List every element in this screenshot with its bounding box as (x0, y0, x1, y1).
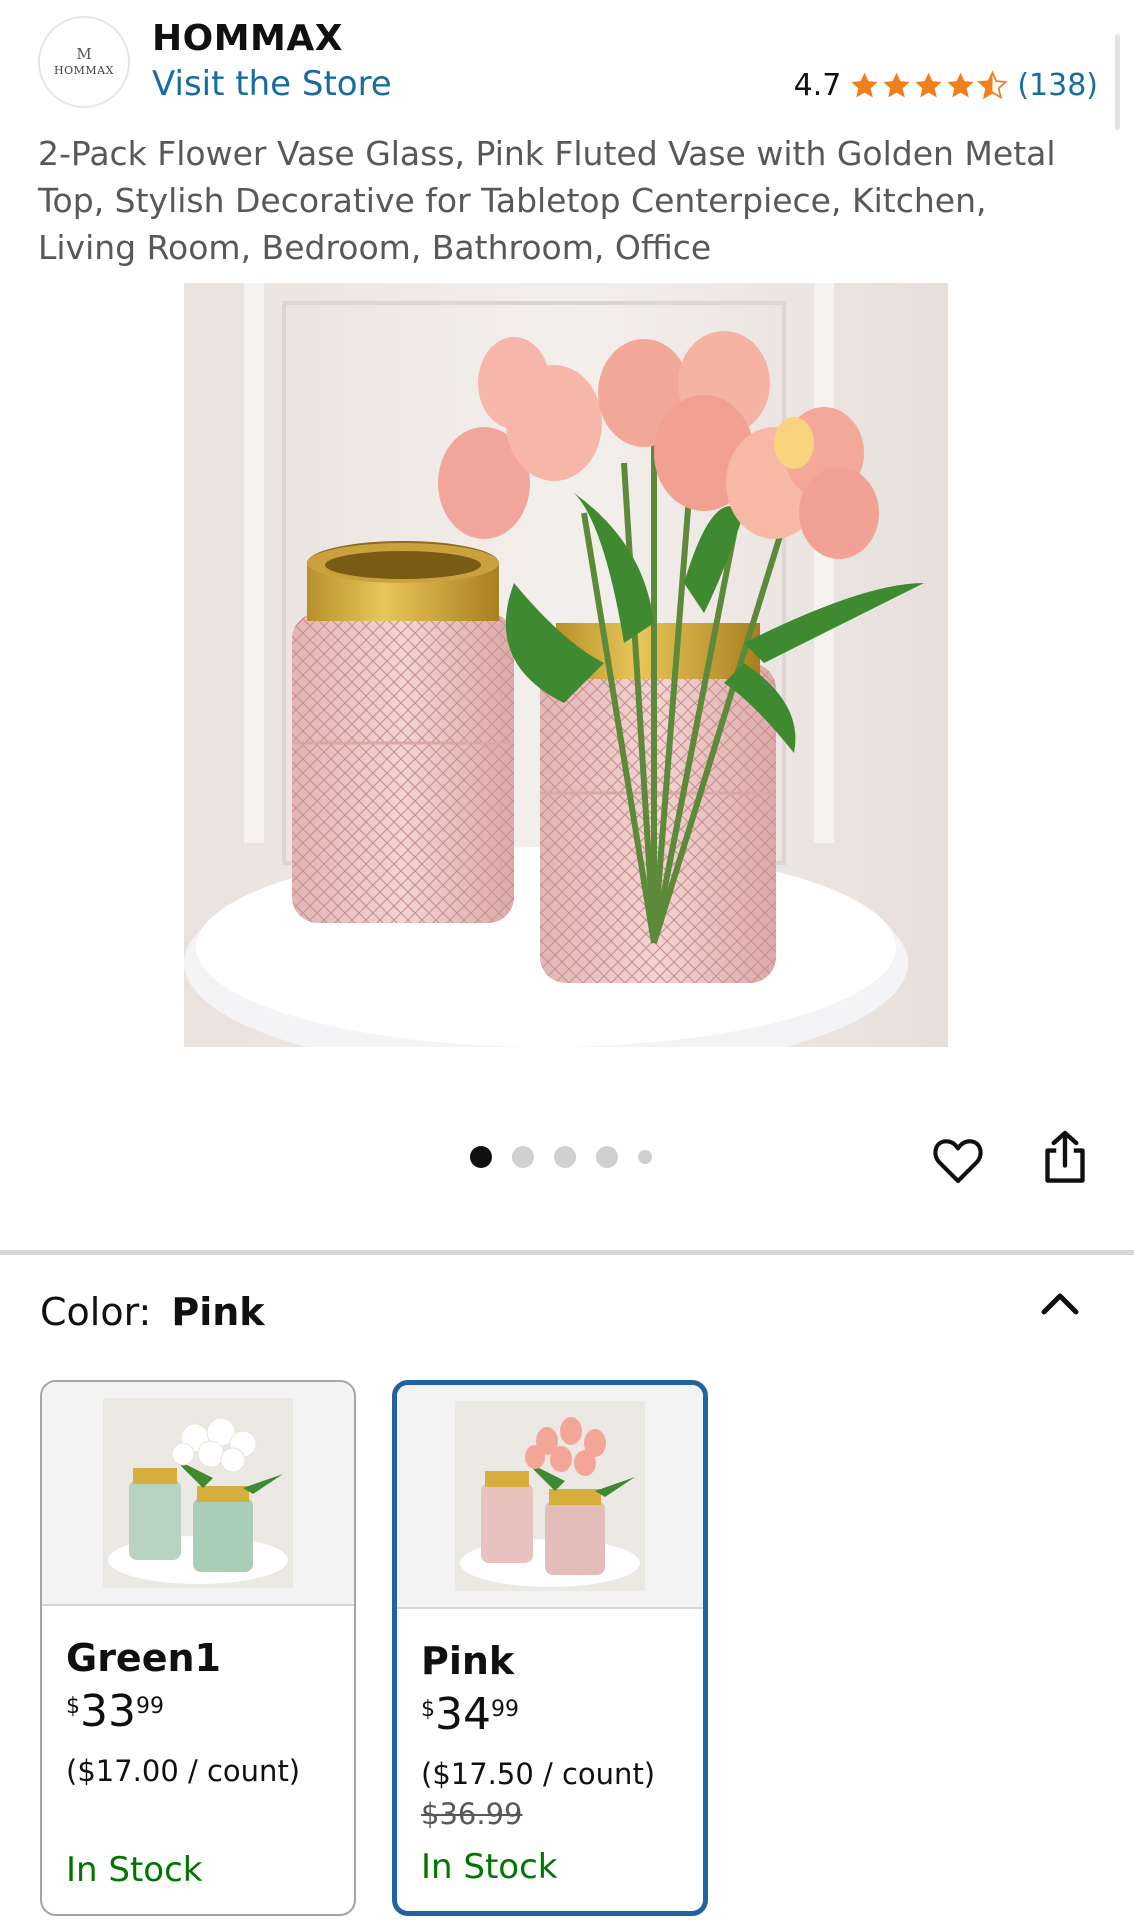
image-dot-4[interactable] (596, 1146, 618, 1168)
star-half-icon (977, 70, 1009, 100)
star-icon (851, 72, 879, 98)
store-header: M HOMMAX HOMMAX Visit the Store 4.7 (138… (38, 16, 1098, 112)
product-image[interactable] (184, 283, 948, 1047)
variant-name: Green1 (66, 1636, 221, 1680)
variant-thumbnail-pink (455, 1401, 645, 1591)
heart-icon[interactable] (930, 1132, 986, 1188)
scroll-indicator[interactable] (1115, 34, 1120, 130)
image-dot-3[interactable] (554, 1146, 576, 1168)
brand-logo-mark: M (76, 45, 92, 63)
stock-status: In Stock (421, 1847, 558, 1887)
unit-price: ($17.50 / count) (421, 1757, 656, 1791)
star-icon (883, 72, 911, 98)
star-rating (849, 70, 1009, 101)
stock-status: In Stock (66, 1850, 203, 1890)
rating-count-link[interactable]: (138) (1017, 68, 1098, 103)
chevron-up-icon[interactable] (1036, 1284, 1084, 1324)
rating-value: 4.7 (793, 68, 842, 103)
brand-name: HOMMAX (152, 18, 343, 59)
color-selector-header: Color: Pink (40, 1290, 265, 1334)
brand-logo-word: HOMMAX (54, 64, 114, 77)
image-pagination[interactable] (470, 1146, 672, 1168)
price-fraction: 99 (136, 1694, 164, 1719)
share-icon[interactable] (1035, 1128, 1095, 1188)
section-divider (0, 1250, 1134, 1255)
variant-thumbnail-area (397, 1385, 703, 1609)
product-photo (184, 283, 948, 1047)
star-icon (915, 72, 943, 98)
variant-price: $ 33 99 (66, 1688, 330, 1736)
image-dot-5[interactable] (638, 1150, 652, 1164)
selected-color-value: Pink (171, 1290, 265, 1334)
variant-thumbnail-area (42, 1382, 354, 1606)
brand-logo[interactable]: M HOMMAX (38, 16, 130, 108)
price-whole: 34 (435, 1689, 491, 1740)
star-icon (947, 72, 975, 98)
variant-card-green1[interactable]: Green1 $ 33 99 ($17.00 / count) In Stock (40, 1380, 356, 1916)
price-currency: $ (66, 1694, 80, 1719)
image-dot-2[interactable] (512, 1146, 534, 1168)
rating-summary[interactable]: 4.7 (138) (794, 68, 1098, 103)
variant-name: Pink (421, 1639, 515, 1683)
price-fraction: 99 (491, 1697, 519, 1722)
image-dot-1[interactable] (470, 1146, 492, 1168)
list-price: $36.99 (421, 1797, 523, 1831)
price-currency: $ (421, 1697, 435, 1722)
product-title: 2-Pack Flower Vase Glass, Pink Fluted Va… (38, 134, 1056, 267)
unit-price: ($17.00 / count) (66, 1754, 301, 1788)
variant-price: $ 34 99 (421, 1691, 679, 1739)
variant-card-pink[interactable]: Pink $ 34 99 ($17.50 / count) $36.99 In … (392, 1380, 708, 1916)
variant-thumbnail-green (103, 1398, 293, 1588)
variant-info: Pink $ 34 99 ($17.50 / count) $36.99 (397, 1609, 703, 1847)
price-whole: 33 (80, 1686, 136, 1737)
variant-info: Green1 $ 33 99 ($17.00 / count) (42, 1606, 354, 1804)
color-label: Color: (40, 1290, 152, 1334)
visit-store-link[interactable]: Visit the Store (152, 64, 392, 104)
